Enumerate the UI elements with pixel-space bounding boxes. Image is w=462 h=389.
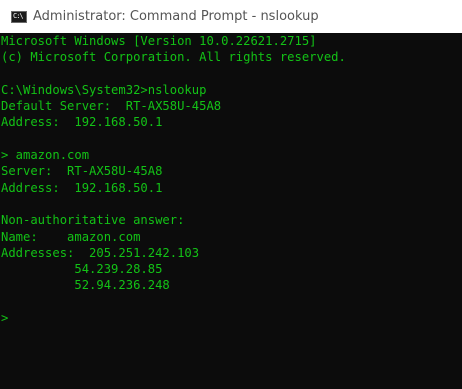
console-line: Non-authoritative answer: (1, 213, 185, 228)
console-line: Server: RT-AX58U-45A8 (1, 164, 163, 179)
cmd-icon: C:\ (11, 10, 27, 23)
console-line: (c) Microsoft Corporation. All rights re… (1, 50, 346, 65)
title-bar[interactable]: C:\ Administrator: Command Prompt - nslo… (0, 0, 462, 33)
console-output[interactable]: Microsoft Windows [Version 10.0.22621.27… (0, 33, 462, 389)
command-prompt-input[interactable]: > (0, 310, 462, 326)
console-line: Microsoft Windows [Version 10.0.22621.27… (1, 34, 317, 48)
window-title: Administrator: Command Prompt - nslookup (33, 9, 319, 24)
console-line: Default Server: RT-AX58U-45A8 (1, 99, 222, 114)
console-line: C:\Windows\System32>nslookup (1, 82, 207, 97)
console-line: Name: amazon.com (1, 229, 141, 244)
console-line: Address: 192.168.50.1 (1, 180, 163, 195)
console-line: 54.239.28.85 (1, 262, 163, 277)
console-line: 52.94.236.248 (1, 278, 170, 293)
console-line: > amazon.com (1, 148, 90, 163)
console-line: Address: 192.168.50.1 (1, 115, 163, 130)
cmd-icon-glyph: C:\ (13, 12, 24, 20)
command-prompt-window: C:\ Administrator: Command Prompt - nslo… (0, 0, 462, 389)
console-line: Addresses: 205.251.242.103 (1, 245, 200, 260)
